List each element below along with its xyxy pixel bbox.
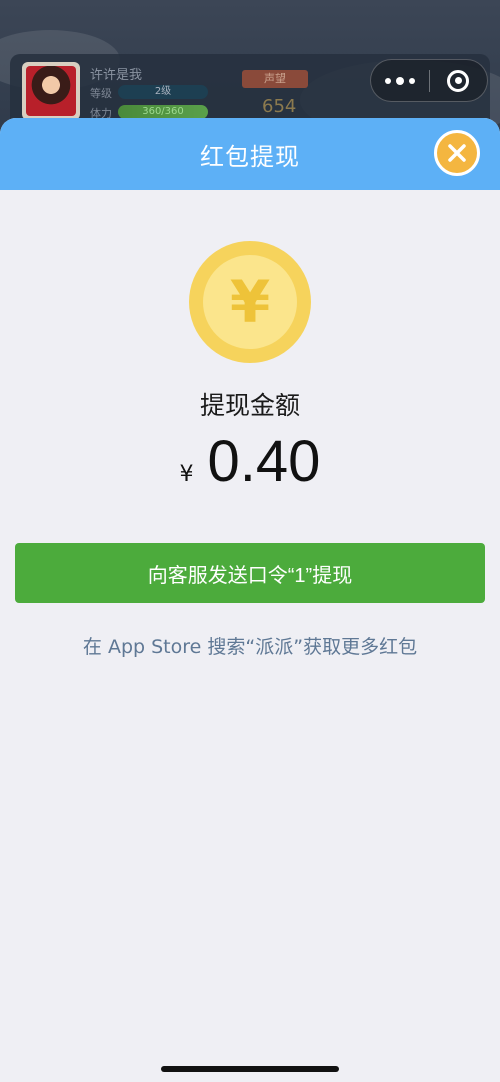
exit-ring-icon[interactable]	[429, 60, 487, 101]
miniprogram-capsule	[370, 59, 488, 102]
amount-row: ¥ 0.40	[0, 428, 500, 495]
more-dots-icon[interactable]	[371, 60, 429, 101]
withdraw-sheet: 红包提现 ¥ 提现金额 ¥ 0.40 向客服发送口令“1”提现 在 App St…	[0, 118, 500, 1082]
reputation-value: 654	[262, 96, 297, 117]
player-name: 许许是我	[90, 68, 143, 83]
coin-icon: ¥	[189, 241, 311, 363]
sheet-header: 红包提现	[0, 118, 500, 190]
home-indicator[interactable]	[161, 1066, 339, 1072]
currency-symbol: ¥	[179, 462, 194, 487]
sheet-title: 红包提现	[200, 142, 300, 171]
avatar-image	[26, 66, 76, 116]
level-label: 等级	[90, 87, 112, 100]
reputation-label: 声望	[242, 70, 308, 88]
close-button[interactable]	[434, 130, 480, 176]
withdraw-button[interactable]: 向客服发送口令“1”提现	[15, 543, 485, 603]
amount-label: 提现金额	[199, 391, 300, 420]
app-store-hint-link[interactable]: 在 App Store 搜索“派派”获取更多红包	[0, 632, 500, 659]
stamina-bar: 360/360	[118, 105, 208, 119]
level-bar: 2级	[118, 85, 208, 99]
amount-value: 0.40	[207, 429, 321, 494]
close-icon	[448, 144, 466, 162]
player-avatar	[22, 62, 80, 120]
coin-symbol: ¥	[203, 255, 297, 349]
